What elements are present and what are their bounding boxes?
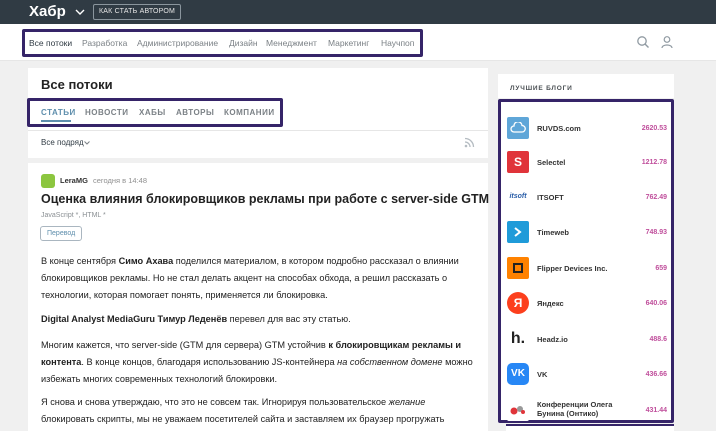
blog-name[interactable]: Flipper Devices Inc. [537,264,607,273]
blog-item[interactable]: VK VK 436.66 [507,363,667,387]
blog-name[interactable]: Яндекс [537,299,564,308]
blog-rating: 2620.53 [641,125,667,132]
ontico-logo-icon [507,399,529,421]
blog-item[interactable]: Timeweb 748.93 [507,221,667,245]
blog-rating: 748.93 [645,229,667,236]
chevron-down-icon[interactable] [74,5,86,19]
blog-item[interactable]: itsoft ITSOFT 762.49 [507,186,667,210]
nav-highlight-box [22,29,423,57]
author-name[interactable]: LeraMG [60,176,88,186]
author-avatar[interactable] [41,174,55,188]
blog-name[interactable]: Timeweb [537,228,569,237]
article-hubs[interactable]: JavaScript *, HTML * [41,211,106,220]
arrow-right-icon [507,221,529,243]
blog-item[interactable]: Я Яндекс 640.06 [507,292,667,316]
blog-name[interactable]: Headz.io [537,335,568,344]
blog-name[interactable]: VK [537,370,547,379]
article-paragraph: Я снова и снова утверждаю, что это не со… [41,397,445,424]
rss-icon[interactable] [464,137,475,148]
article-paragraph: Многим кажется, что server-side (GTM для… [41,340,473,384]
publish-time: сегодня в 14:48 [93,176,147,185]
blog-rating: 640.06 [645,300,667,307]
how-to-become-author-button[interactable]: КАК СТАТЬ АВТОРОМ [93,4,182,20]
blog-rating: 431.44 [645,407,667,414]
blog-name[interactable]: Конференции Олега Бунина (Онтико) [537,400,632,418]
chevron-down-icon[interactable] [83,139,91,147]
blog-item[interactable]: Flipper Devices Inc. 659 [507,257,667,281]
blog-name[interactable]: ITSOFT [537,193,564,202]
itsoft-logo-icon: itsoft [507,186,529,208]
header-divider [28,130,488,131]
blog-rating: 488.6 [649,336,667,343]
sidebar-bottom-edge [506,424,674,431]
flipper-logo-icon [507,257,529,279]
yandex-logo-icon: Я [507,292,529,314]
translation-badge[interactable]: Перевод [40,226,83,241]
blog-name[interactable]: RUVDS.com [537,124,581,133]
blog-item[interactable]: h. Headz.io 488.6 [507,328,667,352]
blog-item[interactable]: RUVDS.com 2620.53 [507,117,667,141]
blog-name[interactable]: Selectel [537,158,565,167]
article-paragraph: В конце сентября Симо Ахава поделился ма… [41,256,459,300]
top-blogs-header: ЛУЧШИЕ БЛОГИ [510,85,573,92]
blog-rating: 762.49 [645,194,667,201]
tabs-highlight-box [27,98,283,127]
blog-item[interactable]: S Selectel 1212.78 [507,151,667,175]
blog-rating: 659 [655,265,667,272]
user-icon[interactable] [660,35,674,49]
vk-logo-icon: VK [507,363,529,385]
search-icon[interactable] [636,35,650,49]
article-paragraph: Digital Analyst MediaGuru Тимур Леденёв … [41,314,351,324]
habr-logo[interactable]: Хабр [29,2,66,22]
article-title[interactable]: Оценка влияния блокировщиков рекламы при… [41,191,489,207]
page-title: Все потоки [41,77,113,92]
cloud-icon [507,117,529,139]
blog-item[interactable]: Конференции Олега Бунина (Онтико) 431.44 [507,399,667,423]
blog-rating: 1212.78 [641,159,667,166]
headz-logo-icon: h. [507,328,529,350]
selectel-logo-icon: S [507,151,529,173]
filter-dropdown[interactable]: Все подряд [41,138,84,148]
blog-rating: 436.66 [645,371,667,378]
